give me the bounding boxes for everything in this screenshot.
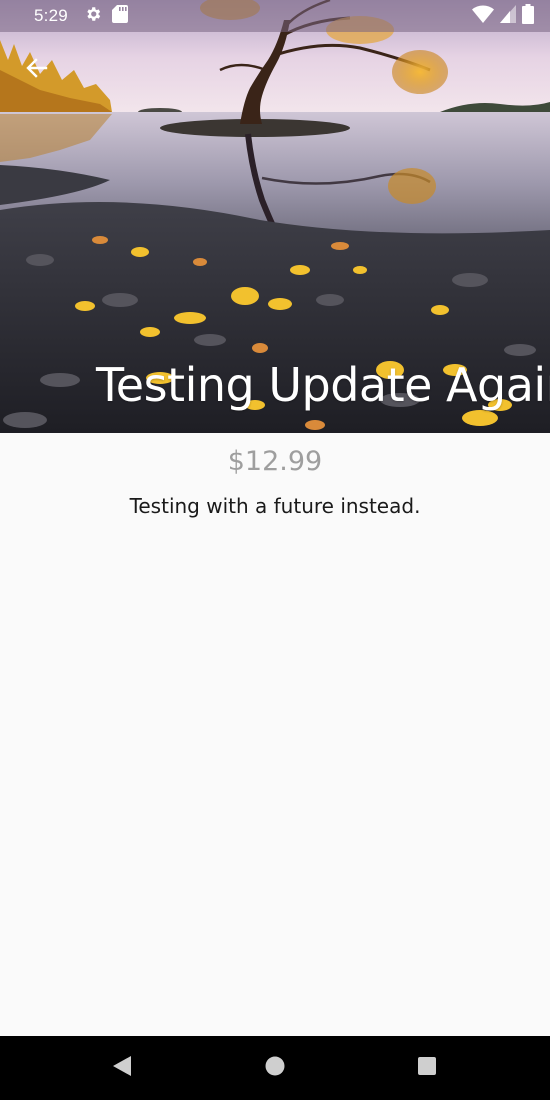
back-button[interactable] bbox=[22, 55, 52, 85]
gear-icon bbox=[84, 5, 102, 28]
cell-signal-icon bbox=[500, 4, 516, 28]
status-left-icons bbox=[84, 4, 128, 28]
product-description: Testing with a future instead. bbox=[129, 494, 421, 518]
home-circle-icon bbox=[264, 1055, 286, 1082]
product-detail-screen: 5:29 Testing Update Again! $12.99 Testin… bbox=[0, 0, 550, 1100]
nav-back-button[interactable] bbox=[108, 1054, 136, 1082]
page-title: Testing Update Again! bbox=[96, 358, 550, 412]
sd-card-icon bbox=[111, 4, 128, 28]
navigation-bar bbox=[0, 1036, 550, 1100]
nav-home-button[interactable] bbox=[261, 1054, 289, 1082]
product-price: $12.99 bbox=[227, 446, 323, 477]
battery-icon bbox=[522, 3, 534, 29]
recents-square-icon bbox=[416, 1055, 438, 1082]
back-triangle-icon bbox=[111, 1054, 133, 1083]
arrow-left-icon bbox=[25, 56, 49, 85]
status-time: 5:29 bbox=[34, 6, 68, 25]
status-right-icons bbox=[472, 3, 534, 29]
wifi-icon bbox=[472, 4, 494, 28]
status-bar: 5:29 bbox=[0, 0, 550, 32]
nav-recents-button[interactable] bbox=[413, 1054, 441, 1082]
